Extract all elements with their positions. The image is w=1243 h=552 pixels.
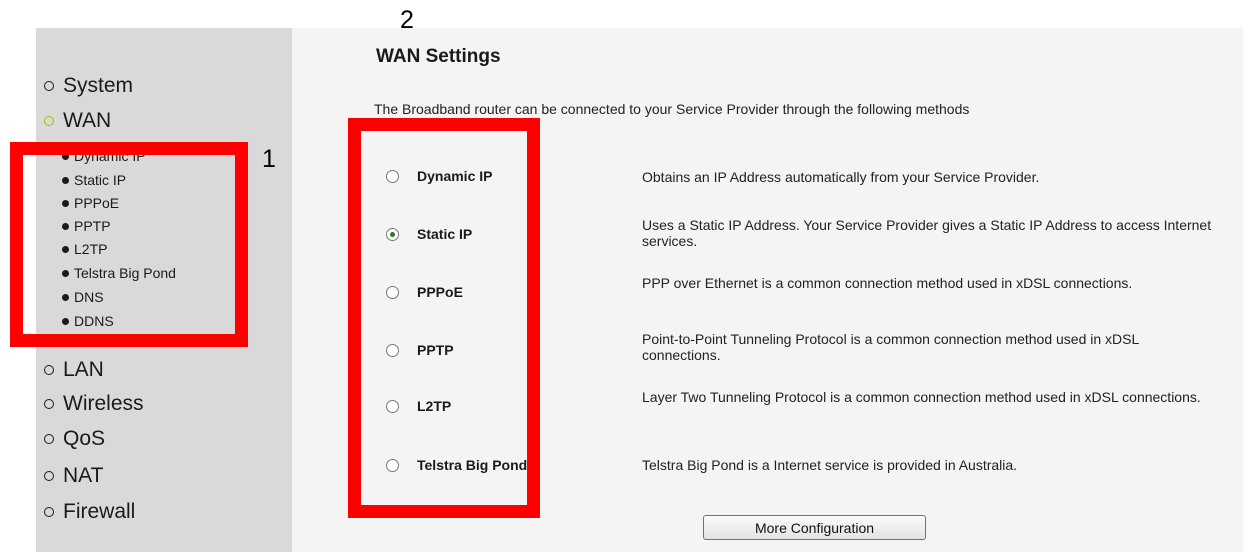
nav-wan[interactable]: WAN [44, 109, 111, 133]
circle-bullet-icon [44, 116, 54, 126]
circle-bullet-icon [44, 81, 54, 91]
nav-wireless-label: Wireless [63, 392, 144, 415]
option-description: Obtains an IP Address automatically from… [642, 169, 1040, 185]
highlight-box-2 [348, 118, 540, 518]
option-description: Uses a Static IP Address. Your Service P… [642, 217, 1212, 249]
option-description: Point-to-Point Tunneling Protocol is a c… [642, 331, 1139, 363]
more-configuration-button[interactable]: More Configuration [703, 515, 926, 540]
option-description: Telstra Big Pond is a Internet service i… [642, 457, 1018, 473]
circle-bullet-icon [44, 365, 54, 375]
nav-lan[interactable]: LAN [44, 358, 104, 382]
nav-qos[interactable]: QoS [44, 427, 105, 451]
circle-bullet-icon [44, 471, 54, 481]
nav-system-label: System [63, 74, 134, 97]
intro-text: The Broadband router can be connected to… [374, 101, 970, 117]
nav-firewall-label: Firewall [63, 500, 136, 523]
annotation-label-2: 2 [400, 6, 414, 34]
circle-bullet-icon [44, 507, 54, 517]
option-description: Layer Two Tunneling Protocol is a common… [642, 389, 1201, 405]
nav-lan-label: LAN [63, 358, 104, 381]
circle-bullet-icon [44, 399, 54, 409]
nav-qos-label: QoS [63, 427, 106, 450]
circle-bullet-icon [44, 434, 54, 444]
option-description: PPP over Ethernet is a common connection… [642, 275, 1133, 291]
nav-firewall[interactable]: Firewall [44, 500, 135, 524]
nav-nat-label: NAT [63, 464, 104, 487]
annotation-label-1: 1 [262, 145, 276, 173]
nav-nat[interactable]: NAT [44, 464, 103, 488]
highlight-box-1 [10, 142, 248, 347]
nav-wan-label: WAN [63, 109, 112, 132]
nav-wireless[interactable]: Wireless [44, 392, 144, 416]
page-title: WAN Settings [376, 46, 501, 67]
nav-system[interactable]: System [44, 74, 133, 98]
